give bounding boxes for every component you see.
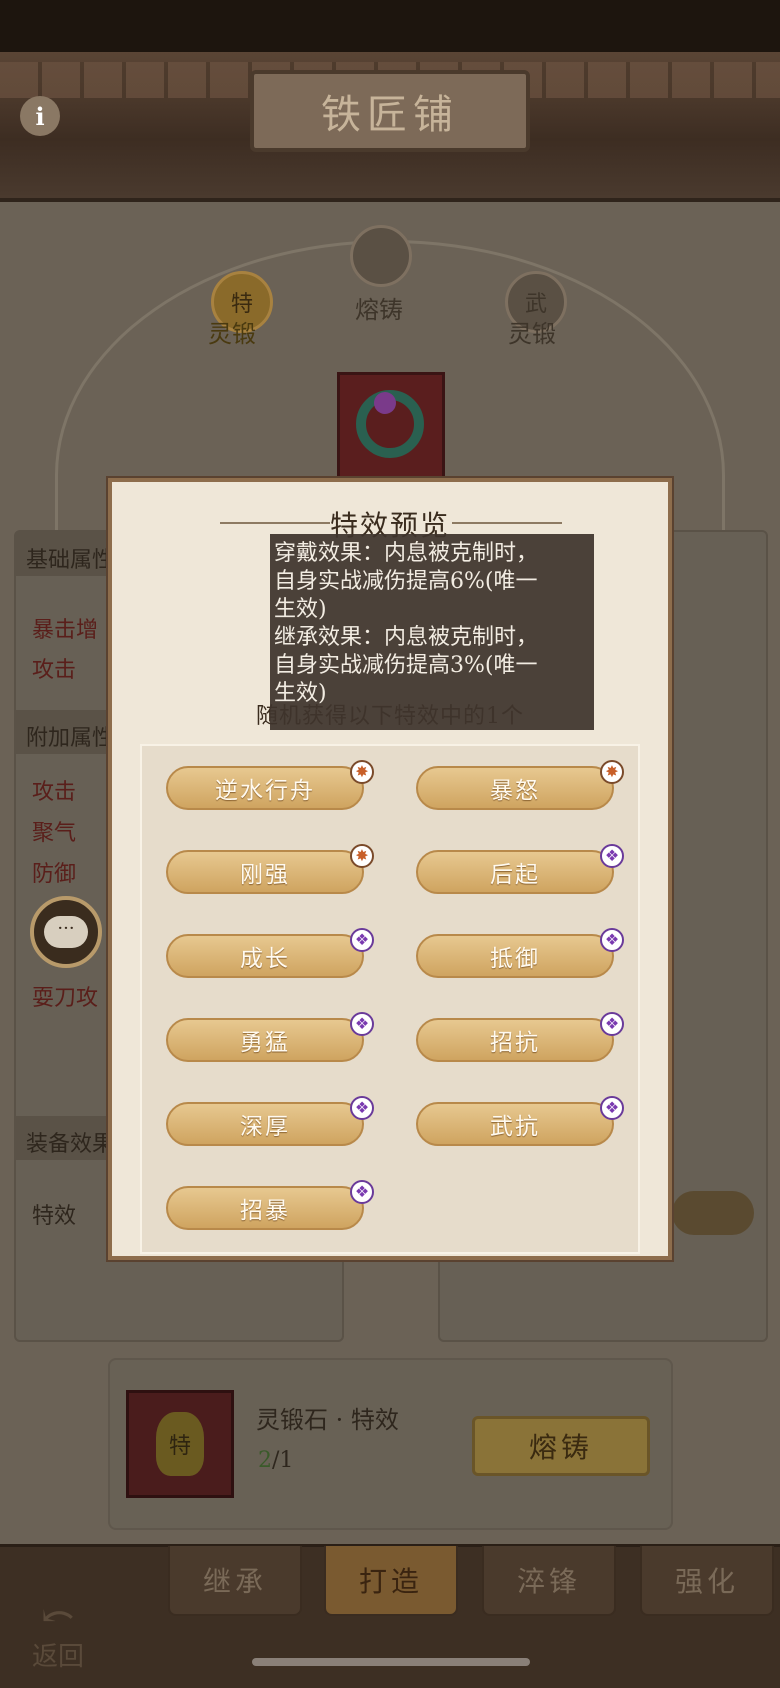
material-need: /1 <box>272 1448 294 1473</box>
effect-button[interactable]: 招抗 <box>416 1018 614 1062</box>
effect-button[interactable]: 抵御 <box>416 934 614 978</box>
fx-slot[interactable] <box>672 1191 754 1235</box>
effect-button[interactable]: 暴怒 <box>416 766 614 810</box>
forge-stone-icon: 特 <box>156 1412 204 1476</box>
effect-button[interactable]: 深厚 <box>166 1102 364 1146</box>
tab-temper[interactable]: 淬锋 <box>482 1546 616 1616</box>
page-title: 铁匠铺 <box>321 92 459 138</box>
tier-label: 灵锻 <box>508 320 556 348</box>
purple-rarity-icon: ❖ <box>350 928 374 952</box>
fx-label: 特效 <box>32 1204 77 1229</box>
stat-label: 暴击增 <box>32 618 99 643</box>
effect-button[interactable]: 勇猛 <box>166 1018 364 1062</box>
material-have: 2 <box>258 1448 272 1473</box>
stat-label: 攻击 <box>32 658 77 683</box>
chat-button[interactable]: ··· <box>30 896 102 968</box>
title-plaque: 铁匠铺 <box>250 70 530 152</box>
purple-rarity-icon: ❖ <box>600 1012 624 1036</box>
purple-rarity-icon: ❖ <box>600 844 624 868</box>
effect-button[interactable]: 成长 <box>166 934 364 978</box>
status-bar <box>0 0 780 52</box>
tier-label: 灵锻 <box>208 320 256 348</box>
orange-rarity-icon: ✸ <box>350 760 374 784</box>
orange-rarity-icon: ✸ <box>350 844 374 868</box>
effects-list: 逆水行舟 ✸ 暴怒 ✸ 刚强 ✸ 后起 ❖ 成长 ❖ 抵御 ❖ 勇猛 ❖ 招抗 … <box>140 744 640 1254</box>
tooltip-line: 自身实战减伤提高6%(唯一 <box>274 569 538 594</box>
tier-fuse-button[interactable] <box>350 225 412 287</box>
stat-label: 防御 <box>32 862 77 887</box>
stat-label: 攻击 <box>32 780 77 805</box>
purple-rarity-icon: ❖ <box>600 928 624 952</box>
info-icon[interactable]: i <box>20 96 60 136</box>
effect-button[interactable]: 武抗 <box>416 1102 614 1146</box>
tooltip-line: 生效) <box>274 597 327 622</box>
tab-enhance[interactable]: 强化 <box>640 1546 774 1616</box>
back-label: 返回 <box>31 1642 84 1672</box>
effect-button[interactable]: 后起 <box>416 850 614 894</box>
purple-rarity-icon: ❖ <box>350 1012 374 1036</box>
tab-forge[interactable]: 打造 <box>324 1546 458 1616</box>
tooltip-line: 生效) <box>274 681 327 706</box>
material-count: 2/1 <box>258 1448 293 1473</box>
purple-rarity-icon: ❖ <box>350 1180 374 1204</box>
stat-label: 聚气 <box>32 821 77 846</box>
tier-label: 熔铸 <box>355 296 403 324</box>
tooltip-line: 自身实战减伤提高3%(唯一 <box>274 653 538 678</box>
back-arrow-icon: ⤺ <box>41 1593 75 1639</box>
chat-bubble-icon: ··· <box>44 916 88 948</box>
effect-tooltip: 穿戴效果：内息被克制时， 自身实战减伤提高6%(唯一 生效) 继承效果：内息被克… <box>270 534 594 730</box>
tooltip-line: 继承效果：内息被克制时， <box>274 625 539 650</box>
purple-rarity-icon: ❖ <box>600 1096 624 1120</box>
orange-rarity-icon: ✸ <box>600 760 624 784</box>
fuse-button[interactable]: 熔铸 <box>472 1416 650 1476</box>
stat-label: 耍刀攻 <box>32 986 99 1011</box>
effect-button[interactable]: 刚强 <box>166 850 364 894</box>
tooltip-line: 穿戴效果：内息被克制时， <box>274 541 539 566</box>
effect-button[interactable]: 逆水行舟 <box>166 766 364 810</box>
purple-rarity-icon: ❖ <box>350 1096 374 1120</box>
effect-button[interactable]: 招暴 <box>166 1186 364 1230</box>
gem-icon <box>374 392 396 414</box>
tab-inherit[interactable]: 继承 <box>168 1546 302 1616</box>
material-name: 灵锻石 · 特效 <box>256 1406 399 1434</box>
effects-preview-modal: 特效预览 随机获得以下特效中的1个 逆水行舟 ✸ 暴怒 ✸ 刚强 ✸ 后起 ❖ … <box>108 478 672 1260</box>
home-indicator[interactable] <box>252 1658 530 1666</box>
back-button[interactable]: ⤺ 返回 <box>18 1593 98 1672</box>
stone-glyph: 特 <box>168 1434 191 1459</box>
